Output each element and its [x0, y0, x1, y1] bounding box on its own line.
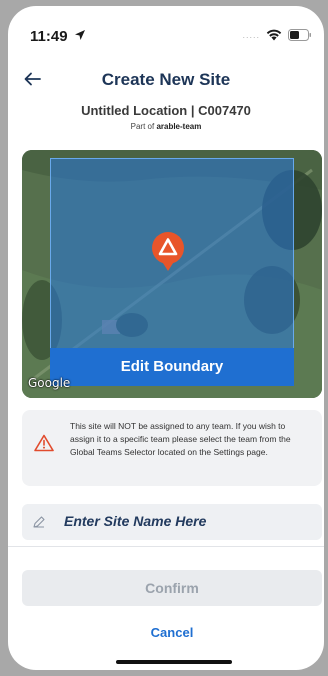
divider: [8, 546, 324, 547]
team-notice: This site will NOT be assigned to any te…: [22, 410, 322, 486]
location-pin-icon: [152, 232, 184, 271]
team-name: arable-team: [156, 122, 202, 131]
edit-boundary-button[interactable]: Edit Boundary: [50, 348, 294, 386]
notice-text: This site will NOT be assigned to any te…: [70, 421, 291, 457]
battery-icon: [288, 29, 312, 41]
site-name-placeholder: Enter Site Name Here: [64, 513, 207, 529]
status-bar: 11:49 .....: [8, 20, 324, 48]
google-logo: Google: [28, 376, 71, 390]
phone-screen: 11:49 ..... Create New Site Untitled Loc…: [8, 6, 324, 670]
warning-icon: [34, 434, 54, 452]
map-view[interactable]: Edit Boundary Google: [22, 150, 322, 398]
signal-icon: .....: [242, 30, 260, 40]
confirm-button[interactable]: Confirm: [22, 570, 322, 606]
wifi-icon: [266, 29, 282, 41]
status-icons: .....: [242, 29, 312, 41]
site-name-input[interactable]: Enter Site Name Here: [22, 504, 322, 540]
page-title: Create New Site: [101, 70, 231, 89]
team-line: Part of arable-team: [8, 122, 324, 131]
home-indicator: [116, 660, 232, 664]
cancel-button[interactable]: Cancel: [22, 620, 322, 646]
part-of-label: Part of: [130, 122, 157, 131]
header: Create New Site: [8, 62, 324, 98]
status-time: 11:49: [30, 28, 68, 45]
location-arrow-icon: [75, 30, 85, 40]
location-title: Untitled Location | C007470: [81, 103, 251, 118]
pencil-icon: [33, 516, 45, 528]
